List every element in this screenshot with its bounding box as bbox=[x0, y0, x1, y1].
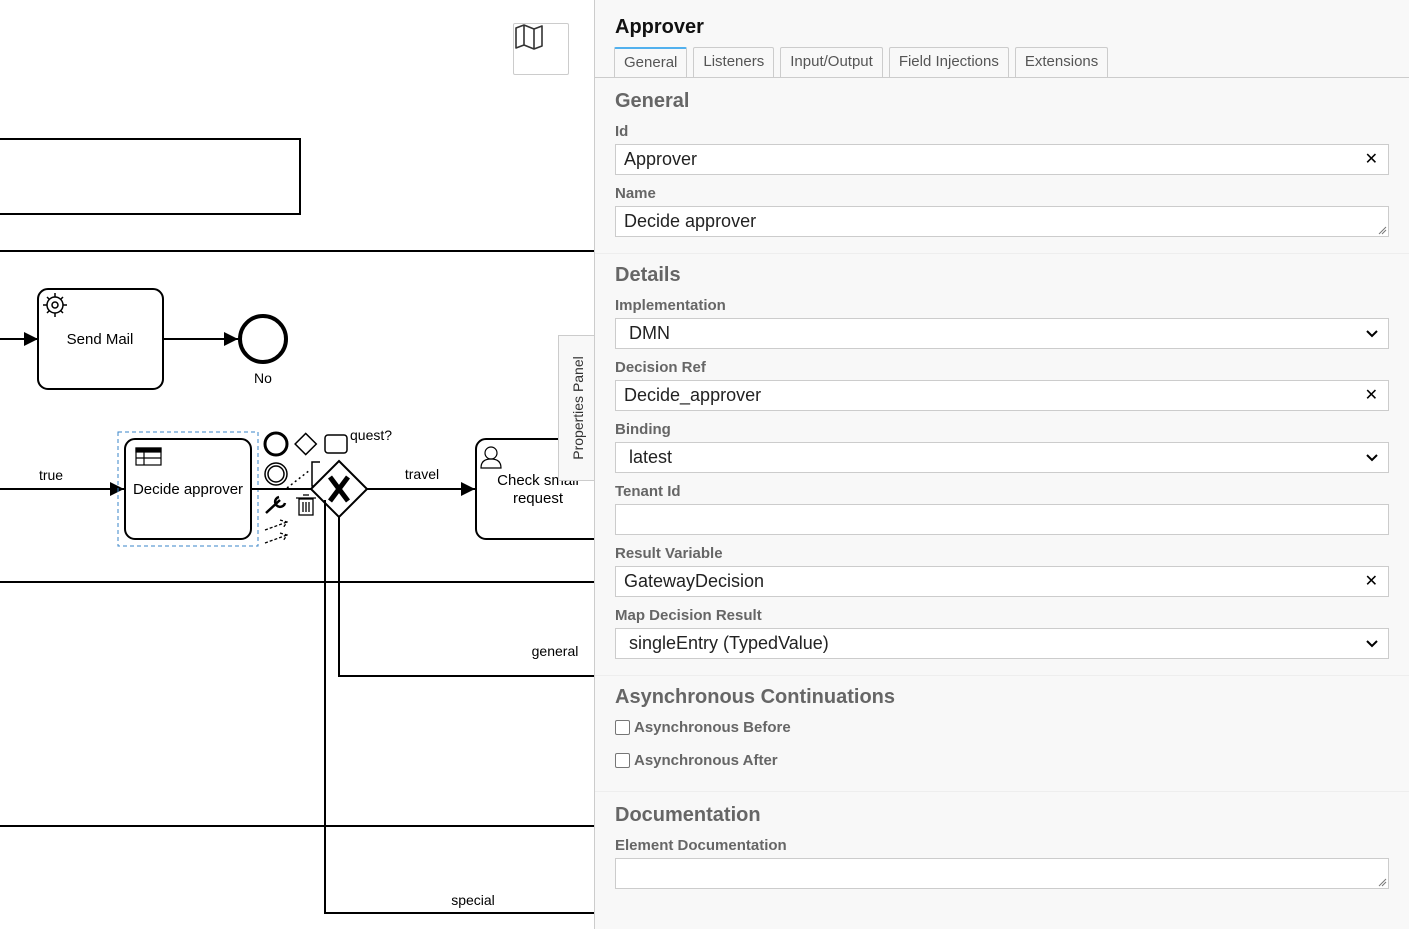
binding-label: Binding bbox=[615, 421, 671, 438]
clear-result-variable-button[interactable]: ✕ bbox=[1365, 571, 1378, 591]
request-fragment-label: quest? bbox=[350, 427, 392, 443]
properties-tabs: General Listeners Input/Output Field Inj… bbox=[595, 47, 1409, 78]
group-async: Asynchronous Continuations Asynchronous … bbox=[595, 676, 1409, 792]
append-task-icon[interactable] bbox=[324, 434, 348, 454]
group-details: Details Implementation DMN Decision Ref … bbox=[595, 254, 1409, 676]
tenant-id-input[interactable] bbox=[615, 504, 1389, 535]
map-decision-result-value: singleEntry (TypedValue) bbox=[629, 633, 829, 653]
end-event-no[interactable] bbox=[238, 314, 288, 364]
chevron-down-icon bbox=[1366, 330, 1378, 338]
bpmn-canvas[interactable]: Send Mail No true Decide approver quest?… bbox=[0, 0, 596, 929]
async-before-label: Asynchronous Before bbox=[634, 719, 791, 736]
clear-id-button[interactable]: ✕ bbox=[1365, 149, 1378, 169]
properties-panel-toggle-label: Properties Panel bbox=[569, 356, 586, 460]
end-no-label: No bbox=[254, 370, 272, 386]
tab-field-injections[interactable]: Field Injections bbox=[888, 47, 1009, 77]
async-before-row[interactable]: Asynchronous Before bbox=[615, 719, 1389, 736]
group-general: General Id Approver ✕ Name Decide approv… bbox=[595, 78, 1409, 254]
element-documentation-label: Element Documentation bbox=[615, 837, 787, 854]
group-documentation: Documentation Element Documentation bbox=[595, 792, 1409, 905]
chevron-down-icon bbox=[1366, 454, 1378, 462]
chevron-down-icon bbox=[1366, 640, 1378, 648]
tab-extensions[interactable]: Extensions bbox=[1014, 47, 1109, 77]
group-documentation-title: Documentation bbox=[615, 804, 761, 826]
binding-select[interactable]: latest bbox=[615, 442, 1389, 473]
properties-title: Approver bbox=[615, 16, 704, 38]
group-details-title: Details bbox=[615, 264, 681, 286]
group-async-title: Asynchronous Continuations bbox=[615, 686, 895, 708]
tab-input-output[interactable]: Input/Output bbox=[780, 47, 883, 77]
element-documentation-textarea[interactable] bbox=[615, 858, 1389, 889]
map-decision-result-label: Map Decision Result bbox=[615, 607, 762, 624]
implementation-value: DMN bbox=[629, 323, 670, 343]
map-icon bbox=[515, 24, 543, 50]
trash-icon[interactable] bbox=[296, 494, 316, 516]
tab-listeners[interactable]: Listeners bbox=[693, 47, 775, 77]
properties-panel: Approver General Listeners Input/Output … bbox=[594, 0, 1409, 929]
group-general-title: General bbox=[615, 90, 690, 112]
decision-ref-input[interactable]: Decide_approver ✕ bbox=[615, 380, 1389, 411]
result-variable-label: Result Variable bbox=[615, 545, 723, 562]
send-mail-label: Send Mail bbox=[67, 331, 134, 348]
clear-decision-ref-button[interactable]: ✕ bbox=[1365, 385, 1378, 405]
flow-general-label: general bbox=[532, 643, 579, 659]
binding-value: latest bbox=[629, 447, 673, 467]
name-label: Name bbox=[615, 185, 656, 202]
resize-handle-icon[interactable] bbox=[1377, 877, 1387, 887]
properties-panel-toggle[interactable]: Properties Panel bbox=[558, 335, 596, 481]
decide-approver-label: Decide approver bbox=[133, 481, 243, 498]
implementation-label: Implementation bbox=[615, 297, 726, 314]
flow-special-label: special bbox=[451, 892, 495, 908]
connect-icon[interactable] bbox=[264, 519, 289, 544]
name-textarea[interactable]: Decide approver bbox=[615, 206, 1389, 237]
id-label: Id bbox=[615, 123, 629, 140]
check-small-label-2: request bbox=[513, 490, 564, 507]
flow-travel-label: travel bbox=[405, 466, 439, 482]
minimap-toggle-button[interactable] bbox=[513, 23, 569, 75]
id-value: Approver bbox=[624, 149, 698, 169]
id-input[interactable]: Approver ✕ bbox=[615, 144, 1389, 175]
pool-box bbox=[0, 138, 301, 215]
diagram: Send Mail No true Decide approver quest?… bbox=[0, 138, 596, 914]
flow-true-label: true bbox=[39, 467, 63, 483]
result-variable-value: GatewayDecision bbox=[624, 571, 765, 591]
async-before-checkbox[interactable] bbox=[615, 720, 630, 735]
tab-general[interactable]: General bbox=[614, 47, 688, 77]
async-after-checkbox[interactable] bbox=[615, 753, 630, 768]
tenant-id-label: Tenant Id bbox=[615, 483, 681, 500]
decision-ref-value: Decide_approver bbox=[624, 385, 762, 405]
async-after-label: Asynchronous After bbox=[634, 752, 778, 769]
wrench-icon[interactable] bbox=[265, 495, 287, 514]
async-after-row[interactable]: Asynchronous After bbox=[615, 752, 1389, 769]
decision-ref-label: Decision Ref bbox=[615, 359, 706, 376]
name-value: Decide approver bbox=[624, 211, 757, 231]
resize-handle-icon[interactable] bbox=[1377, 225, 1387, 235]
implementation-select[interactable]: DMN bbox=[615, 318, 1389, 349]
append-gateway-icon[interactable] bbox=[294, 432, 318, 456]
result-variable-input[interactable]: GatewayDecision ✕ bbox=[615, 566, 1389, 597]
map-decision-result-select[interactable]: singleEntry (TypedValue) bbox=[615, 628, 1389, 659]
append-end-event-icon[interactable] bbox=[263, 431, 289, 457]
